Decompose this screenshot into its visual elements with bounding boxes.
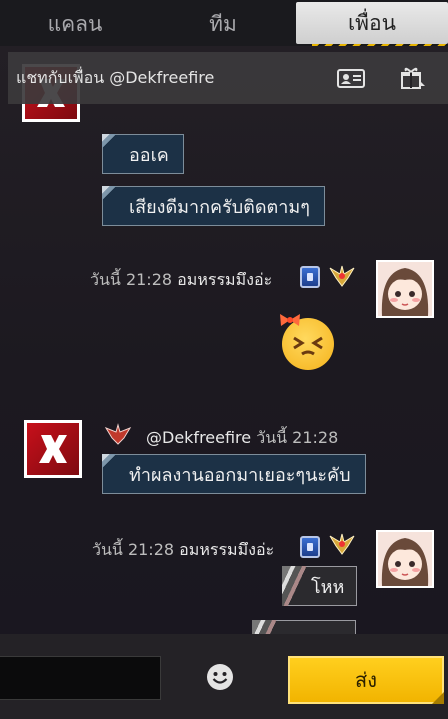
message-input[interactable] xyxy=(0,656,161,700)
sender-name[interactable]: อมหรรมมึงอ่ะ xyxy=(177,270,272,289)
friend-avatar[interactable] xyxy=(24,420,82,478)
anime-girl-icon xyxy=(378,262,432,316)
wing-badge-icon xyxy=(329,265,355,287)
gift-icon[interactable] xyxy=(398,66,428,90)
composer-bar: ส่ง xyxy=(0,634,448,719)
x-logo-icon xyxy=(39,435,67,463)
sender-name[interactable]: อมหรรมมึงอ่ะ xyxy=(179,540,274,559)
laughing-emoji-icon xyxy=(280,314,334,370)
user-avatar[interactable] xyxy=(376,260,434,318)
user-avatar[interactable] xyxy=(376,530,434,588)
chat-bubble[interactable]: เสียงดีมากครับติดตามๆ xyxy=(102,186,325,226)
wing-badge-icon xyxy=(104,423,132,445)
face-icon xyxy=(293,336,323,356)
chat-bubble[interactable]: ออเค xyxy=(102,134,184,174)
send-button[interactable]: ส่ง xyxy=(288,656,444,704)
smiley-icon[interactable] xyxy=(205,662,235,692)
tab-team[interactable]: ทีม xyxy=(150,3,296,45)
chat-area[interactable]: แชทกับเพื่อน @Dekfreefire ออเค เสียงดีมา… xyxy=(0,46,448,634)
rank-badge-icon xyxy=(300,536,320,558)
message-time: วันนี้ 21:28 xyxy=(256,428,339,447)
message-meta: วันนี้ 21:28 อมหรรมมึงอ่ะ xyxy=(92,538,274,563)
rank-badge-icon xyxy=(300,266,320,288)
tab-friends[interactable]: เพื่อน xyxy=(296,2,448,44)
message-meta: วันนี้ 21:28 อมหรรมมึงอ่ะ xyxy=(90,268,272,293)
chat-header: แชทกับเพื่อน @Dekfreefire xyxy=(8,52,448,104)
message-meta: @Dekfreefire วันนี้ 21:28 xyxy=(146,426,338,451)
sender-name[interactable]: @Dekfreefire xyxy=(146,428,251,447)
chat-bubble-partial[interactable] xyxy=(252,620,356,634)
chat-title: แชทกับเพื่อน @Dekfreefire xyxy=(16,67,215,87)
message-time: วันนี้ 21:28 xyxy=(90,270,173,289)
tab-bar: แคลน ทีม เพื่อน xyxy=(0,0,448,48)
profile-card-icon[interactable] xyxy=(336,66,366,90)
message-time: วันนี้ 21:28 xyxy=(92,540,175,559)
anime-girl-icon xyxy=(378,532,432,586)
wing-badge-icon xyxy=(329,533,355,555)
tab-clan[interactable]: แคลน xyxy=(0,3,150,45)
chat-bubble[interactable]: ทำผลงานออกมาเยอะๆนะคับ xyxy=(102,454,366,494)
chat-bubble[interactable]: โหห xyxy=(282,566,358,606)
